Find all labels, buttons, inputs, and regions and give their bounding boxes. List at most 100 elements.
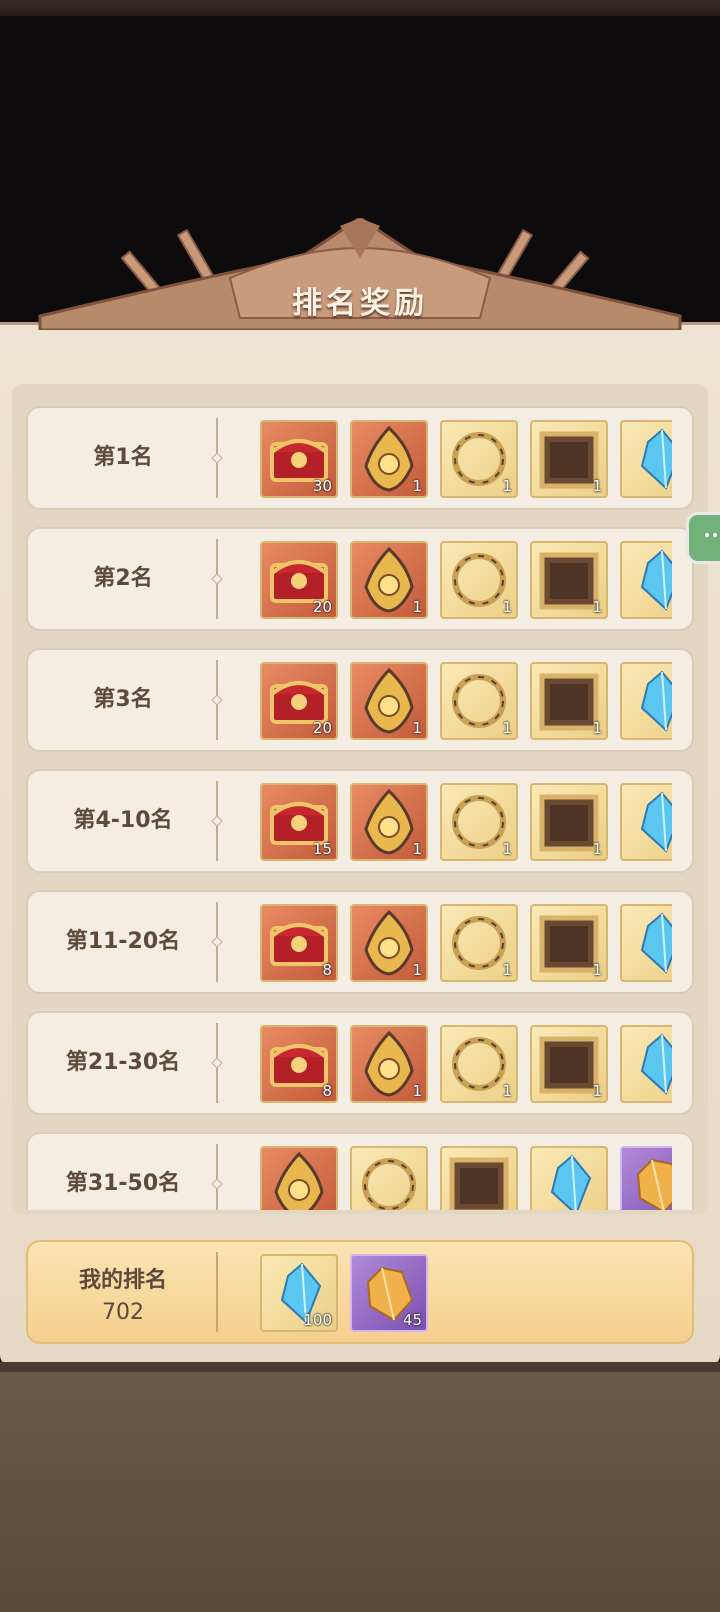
rank-label: 第3名 — [93, 687, 153, 712]
rank-rewards: 30 1 1 1 40 — [260, 420, 672, 502]
rank-label: 第2名 — [93, 566, 153, 591]
reward-item[interactable]: 1 — [530, 420, 608, 498]
item-quantity: 1 — [412, 840, 422, 858]
divider — [216, 418, 218, 498]
reward-item[interactable]: 1 — [530, 541, 608, 619]
reward-item[interactable]: 1 — [350, 541, 428, 619]
my-rank-label: 我的排名 — [78, 1268, 167, 1293]
rank-rewards: 20 1 1 1 32 — [260, 541, 672, 623]
reward-item[interactable]: 20 — [260, 662, 338, 740]
rank-row: 第21-30名81118 — [26, 1011, 694, 1115]
reward-item[interactable]: 1 — [350, 662, 428, 740]
reward-item[interactable]: 1 — [440, 420, 518, 498]
item-quantity: 1 — [502, 719, 512, 737]
my-rank-rewards: 100 45 — [260, 1254, 672, 1336]
rank-row: 第3名 20 1 1 1 24 — [26, 648, 694, 752]
item-quantity: 1 — [592, 598, 602, 616]
rank-row: 第11-20名 8 1 1 1 12 — [26, 890, 694, 994]
reward-item[interactable]: 32 — [620, 541, 672, 619]
item-quantity: 1 — [502, 961, 512, 979]
reward-item[interactable]: 15 — [260, 783, 338, 861]
reward-item[interactable]: 20 — [260, 541, 338, 619]
item-quantity: 1 — [592, 961, 602, 979]
rank-row: 第31-50名 — [26, 1132, 694, 1210]
item-quantity: 1 — [412, 477, 422, 495]
rank-rewards: 8 1 1 1 12 — [260, 904, 672, 986]
page-title: 排名奖励 — [292, 286, 428, 321]
item-quantity: 8 — [322, 961, 332, 979]
rank-rewards: 15 1 1 1 16 — [260, 783, 672, 865]
item-quantity: 30 — [312, 477, 332, 495]
item-quantity: 1 — [592, 719, 602, 737]
reward-item[interactable] — [620, 1146, 672, 1210]
divider — [216, 902, 218, 982]
bottom-area — [0, 1362, 720, 1612]
reward-item[interactable]: 16 — [620, 783, 672, 861]
rank-label: 第11-20名 — [65, 929, 181, 954]
item-quantity: 1 — [592, 477, 602, 495]
item-quantity: 1 — [502, 477, 512, 495]
rank-label: 第4-10名 — [73, 808, 173, 833]
item-quantity: 45 — [402, 1311, 422, 1329]
reward-item[interactable] — [260, 1146, 338, 1210]
item-quantity: 100 — [303, 1311, 332, 1329]
rank-rewards — [260, 1146, 672, 1210]
reward-item[interactable]: 1 — [530, 904, 608, 982]
reward-item[interactable]: 1 — [440, 541, 518, 619]
reward-item[interactable]: 8 — [260, 1025, 338, 1103]
title-banner: 排名奖励 — [0, 218, 720, 330]
reward-item[interactable]: 1 — [530, 1025, 608, 1103]
reward-item[interactable]: 1 — [530, 662, 608, 740]
reward-item[interactable]: 1 — [350, 1025, 428, 1103]
reward-item[interactable]: 1 — [530, 783, 608, 861]
reward-item[interactable]: 24 — [620, 662, 672, 740]
divider — [216, 1252, 218, 1332]
reward-item[interactable]: 8 — [620, 1025, 672, 1103]
reward-item[interactable]: 40 — [620, 420, 672, 498]
reward-item[interactable]: 45 — [350, 1254, 428, 1332]
reward-item[interactable] — [350, 1146, 428, 1210]
divider — [216, 1023, 218, 1103]
reward-item[interactable]: 1 — [440, 904, 518, 982]
item-quantity: 1 — [502, 598, 512, 616]
item-quantity: 1 — [592, 1082, 602, 1100]
item-quantity: 1 — [502, 840, 512, 858]
reward-list[interactable]: 第1名3011140第2名2011132第3名2011124第4-10名1511… — [26, 406, 694, 1210]
rank-label: 第21-30名 — [65, 1050, 181, 1075]
reward-item[interactable]: 30 — [260, 420, 338, 498]
reward-item[interactable] — [530, 1146, 608, 1210]
divider — [216, 660, 218, 740]
reward-item[interactable]: 12 — [620, 904, 672, 982]
reward-item[interactable]: 8 — [260, 904, 338, 982]
reward-item[interactable]: 1 — [440, 662, 518, 740]
rank-rewards: 81118 — [260, 1025, 672, 1107]
rank-label: 第1名 — [93, 445, 153, 470]
item-quantity: 1 — [412, 1082, 422, 1100]
rank-row: 第4-10名 15 1 1 1 16 — [26, 769, 694, 873]
item-quantity: 20 — [312, 719, 332, 737]
reward-item[interactable] — [440, 1146, 518, 1210]
reward-item[interactable]: 100 — [260, 1254, 338, 1332]
item-quantity: 15 — [312, 840, 332, 858]
rank-label: 第31-50名 — [65, 1171, 181, 1196]
reward-item[interactable]: 1 — [440, 783, 518, 861]
reward-item[interactable]: 1 — [440, 1025, 518, 1103]
item-quantity: 1 — [412, 598, 422, 616]
item-quantity: 1 — [412, 719, 422, 737]
item-quantity: 1 — [592, 840, 602, 858]
rank-row: 第1名 30 1 1 1 40 — [26, 406, 694, 510]
rank-rewards: 20 1 1 1 24 — [260, 662, 672, 744]
divider — [216, 781, 218, 861]
reward-item[interactable]: 1 — [350, 420, 428, 498]
reward-item[interactable]: 1 — [350, 783, 428, 861]
top-border — [0, 0, 720, 16]
reward-item[interactable]: 1 — [350, 904, 428, 982]
my-rank-panel: 我的排名 702 100 45 — [26, 1240, 694, 1344]
rank-row: 第2名 20 1 1 1 32 — [26, 527, 694, 631]
item-quantity: 8 — [322, 1082, 332, 1100]
item-quantity: 1 — [412, 961, 422, 979]
divider — [216, 1144, 218, 1210]
item-quantity: 1 — [502, 1082, 512, 1100]
side-menu-tab[interactable] — [686, 512, 720, 564]
item-quantity: 20 — [312, 598, 332, 616]
